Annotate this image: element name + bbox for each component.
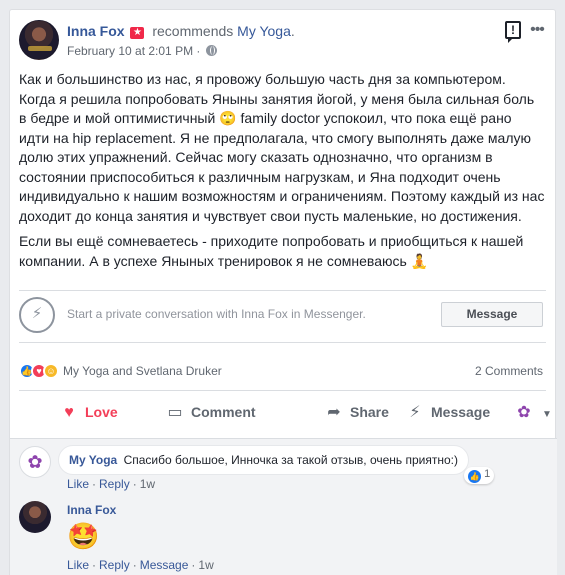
page-reaction-icon: ✿ — [517, 404, 531, 421]
messenger-icon: ⚡ — [19, 297, 55, 333]
haha-reaction-icon: ☺ — [43, 363, 59, 379]
comment-time[interactable]: 1w — [140, 477, 155, 491]
recommends-text: recommends — [152, 23, 234, 39]
comment-meta: Like · Reply · Message · 1w — [67, 558, 214, 572]
reaction-selector-button[interactable]: ✿ ▼ — [514, 394, 552, 430]
share-button[interactable]: ➦ Share — [324, 394, 389, 430]
comment-button[interactable]: ▭ Comment — [165, 394, 255, 430]
divider — [19, 290, 546, 291]
post-timestamp[interactable]: February 10 at 2:01 PM — [67, 44, 193, 58]
comment-reaction-count[interactable]: 👍 1 — [464, 467, 495, 484]
comment-message-link[interactable]: Message — [140, 558, 189, 572]
comment-like-link[interactable]: Like — [67, 477, 89, 491]
heart-icon: ♥ — [64, 404, 74, 421]
love-button[interactable]: ♥ Love — [59, 394, 117, 430]
reactors-text[interactable]: My Yoga and Svetlana Druker — [63, 364, 222, 378]
comments-section: ✿ My Yoga Спасибо большое, Инночка за та… — [10, 438, 557, 575]
post-card: Inna Fox ★ recommends My Yoga. February … — [9, 9, 557, 575]
post-body: Как и большинство из нас, я провожу боль… — [19, 70, 545, 277]
post-paragraph: Как и большинство из нас, я провожу боль… — [19, 71, 545, 224]
more-options-icon[interactable]: ••• — [527, 20, 547, 40]
action-bar: ♥ Love ▭ Comment ➦ Share ⚡ Message ✿ ▼ — [19, 394, 552, 430]
messenger-prompt-text: Start a private conversation with Inna F… — [67, 307, 366, 321]
message-action-button[interactable]: ⚡ Message — [405, 394, 490, 430]
author-line: Inna Fox ★ recommends My Yoga. — [67, 23, 295, 39]
page-link[interactable]: My Yoga — [237, 23, 291, 39]
comment-emoji: 🤩 — [67, 521, 100, 551]
globe-icon — [205, 45, 217, 56]
divider — [19, 342, 546, 343]
messenger-action-icon: ⚡ — [409, 404, 421, 421]
comment-bubble: My Yoga Спасибо большое, Инночка за тако… — [58, 445, 470, 475]
author-avatar[interactable] — [19, 20, 59, 60]
report-icon[interactable]: ! — [505, 21, 521, 43]
message-button[interactable]: Message — [441, 302, 543, 327]
reactions-summary: 👍 ♥ ☺ My Yoga and Svetlana Druker 2 Comm… — [19, 362, 543, 382]
chevron-down-icon: ▼ — [542, 409, 552, 420]
user-avatar[interactable] — [19, 501, 51, 533]
comment-text: Спасибо большое, Инночка за такой отзыв,… — [123, 453, 459, 467]
post-date-line: February 10 at 2:01 PM · — [67, 44, 217, 58]
comment-reply-link[interactable]: Reply — [99, 477, 130, 491]
post-header: Inna Fox ★ recommends My Yoga. February … — [19, 20, 547, 62]
comment-like-link[interactable]: Like — [67, 558, 89, 572]
share-icon: ➦ — [327, 404, 341, 421]
comment-icon: ▭ — [167, 404, 183, 421]
recommendation-icon: ★ — [130, 27, 145, 39]
comments-count[interactable]: 2 Comments — [475, 364, 543, 378]
divider — [19, 390, 546, 391]
author-name[interactable]: Inna Fox — [67, 23, 125, 39]
page-avatar[interactable]: ✿ — [19, 446, 51, 478]
reaction-icons[interactable]: 👍 ♥ ☺ — [19, 363, 59, 379]
messenger-prompt: ⚡ Start a private conversation with Inna… — [19, 297, 543, 333]
post-paragraph: Если вы ещё сомневаетесь - приходите поп… — [19, 233, 524, 269]
comment-author[interactable]: Inna Fox — [67, 503, 116, 517]
comment-time[interactable]: 1w — [198, 558, 213, 572]
comment-author[interactable]: My Yoga — [69, 453, 117, 467]
comment-reply-link[interactable]: Reply — [99, 558, 130, 572]
like-icon: 👍 — [468, 470, 481, 483]
comment-meta: Like · Reply · 1w — [67, 477, 156, 491]
